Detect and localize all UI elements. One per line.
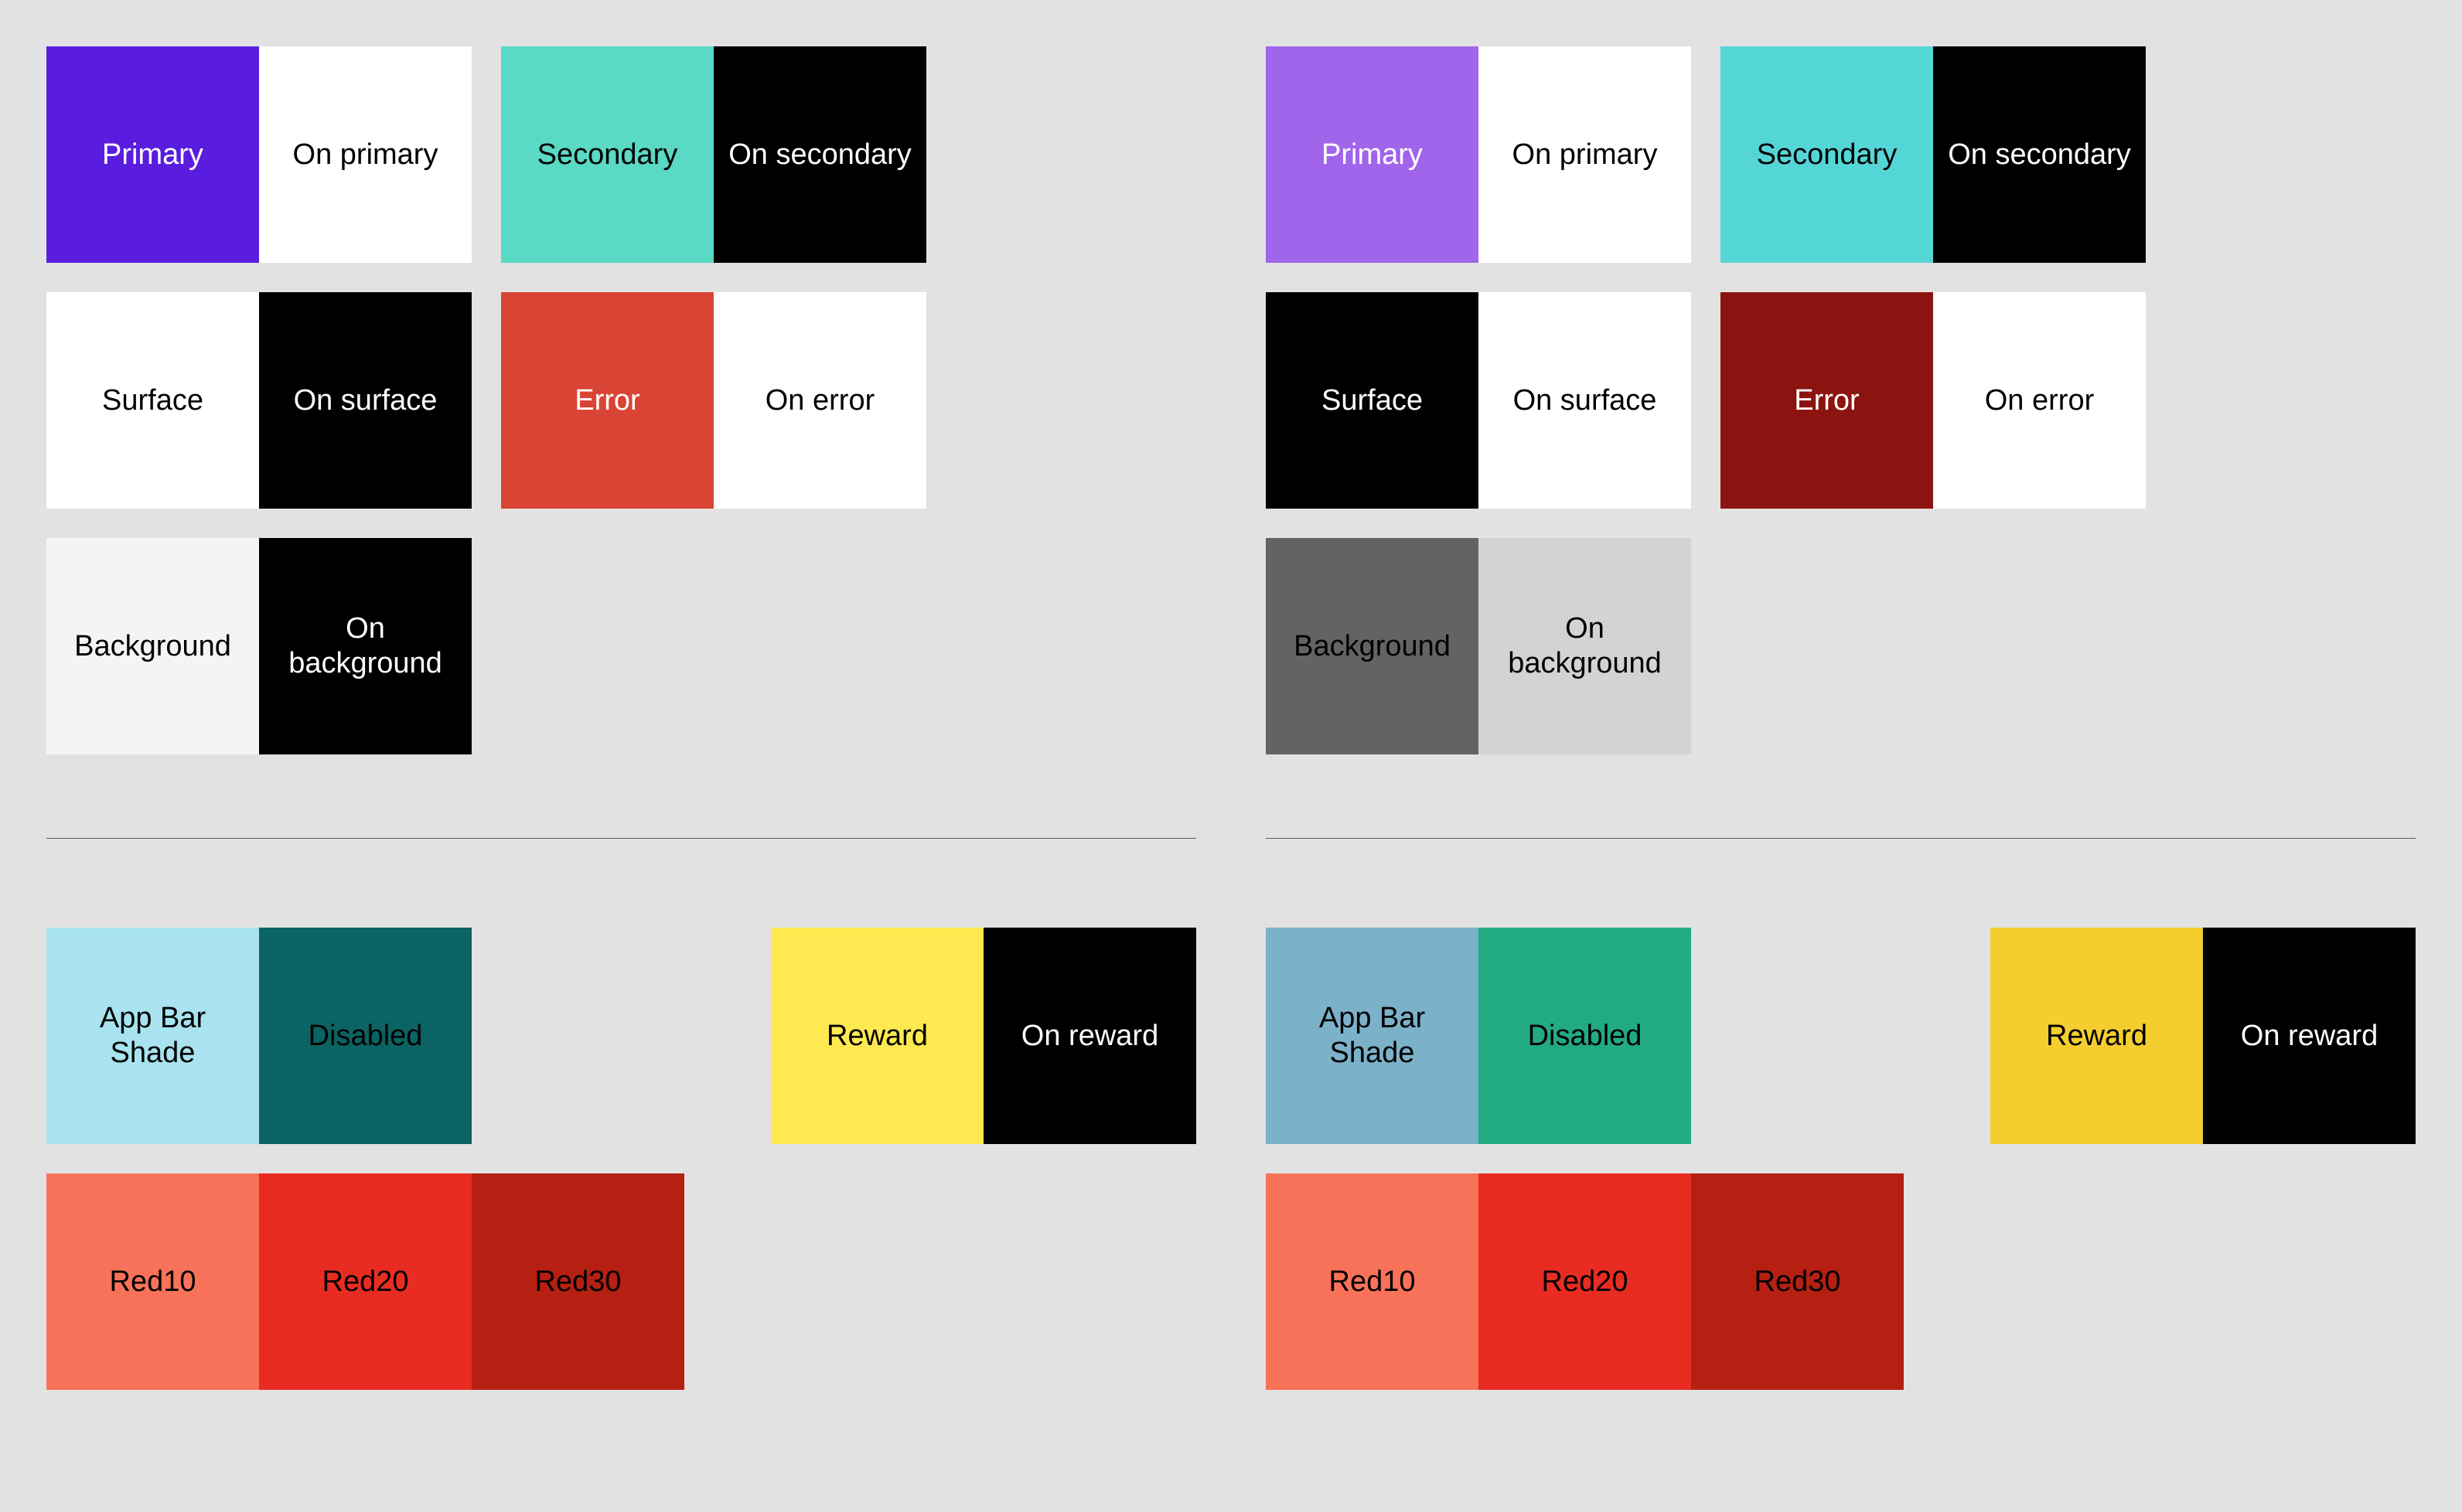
palette-column-left: Primary On primary Secondary On secondar… xyxy=(46,46,1196,1419)
swatch-primary: Primary xyxy=(46,46,259,263)
swatch-pair-background: Background On background xyxy=(1266,538,1691,754)
palette-row: App Bar Shade Disabled Reward On reward xyxy=(46,928,1196,1144)
swatch-on-secondary: On secondary xyxy=(1933,46,2146,263)
swatch-on-primary: On primary xyxy=(259,46,472,263)
swatch-error: Error xyxy=(1720,292,1933,509)
swatch-surface: Surface xyxy=(1266,292,1478,509)
palette-row: App Bar Shade Disabled Reward On reward xyxy=(1266,928,2416,1144)
swatch-disabled: Disabled xyxy=(1478,928,1691,1144)
palette-row: Red10 Red20 Red30 xyxy=(46,1173,1196,1390)
swatch-secondary: Secondary xyxy=(501,46,714,263)
swatch-red10: Red10 xyxy=(1266,1173,1478,1390)
swatch-appbar-shade: App Bar Shade xyxy=(46,928,259,1144)
palette-row: Red10 Red20 Red30 xyxy=(1266,1173,2416,1390)
swatch-triple-reds: Red10 Red20 Red30 xyxy=(1266,1173,1904,1390)
swatch-pair-appbar: App Bar Shade Disabled xyxy=(46,928,472,1144)
swatch-background: Background xyxy=(46,538,259,754)
swatch-reward: Reward xyxy=(1990,928,2203,1144)
swatch-on-surface: On surface xyxy=(1478,292,1691,509)
swatch-surface: Surface xyxy=(46,292,259,509)
swatch-disabled: Disabled xyxy=(259,928,472,1144)
swatch-pair-error: Error On error xyxy=(1720,292,2146,509)
palette-row: Background On background xyxy=(46,538,1196,754)
section-divider xyxy=(46,838,1196,839)
swatch-on-reward: On reward xyxy=(2203,928,2416,1144)
palette-row: Surface On surface Error On error xyxy=(46,292,1196,509)
swatch-red20: Red20 xyxy=(1478,1173,1691,1390)
swatch-on-primary: On primary xyxy=(1478,46,1691,263)
swatch-pair-primary: Primary On primary xyxy=(1266,46,1691,263)
swatch-on-error: On error xyxy=(714,292,926,509)
swatch-reward: Reward xyxy=(771,928,984,1144)
swatch-pair-surface: Surface On surface xyxy=(1266,292,1691,509)
swatch-on-error: On error xyxy=(1933,292,2146,509)
swatch-pair-secondary: Secondary On secondary xyxy=(1720,46,2146,263)
swatch-pair-primary: Primary On primary xyxy=(46,46,472,263)
palette-row: Primary On primary Secondary On secondar… xyxy=(46,46,1196,263)
swatch-on-reward: On reward xyxy=(984,928,1196,1144)
swatch-background: Background xyxy=(1266,538,1478,754)
swatch-on-surface: On surface xyxy=(259,292,472,509)
swatch-pair-reward: Reward On reward xyxy=(771,928,1196,1144)
swatch-primary: Primary xyxy=(1266,46,1478,263)
swatch-red10: Red10 xyxy=(46,1173,259,1390)
swatch-pair-reward: Reward On reward xyxy=(1990,928,2416,1144)
section-divider xyxy=(1266,838,2416,839)
swatch-appbar-shade: App Bar Shade xyxy=(1266,928,1478,1144)
swatch-pair-appbar: App Bar Shade Disabled xyxy=(1266,928,1691,1144)
swatch-on-background: On background xyxy=(1478,538,1691,754)
palette-row: Background On background xyxy=(1266,538,2416,754)
palette-column-right: Primary On primary Secondary On secondar… xyxy=(1266,46,2416,1419)
swatch-red20: Red20 xyxy=(259,1173,472,1390)
swatch-pair-secondary: Secondary On secondary xyxy=(501,46,926,263)
palette-row: Surface On surface Error On error xyxy=(1266,292,2416,509)
swatch-pair-surface: Surface On surface xyxy=(46,292,472,509)
swatch-red30: Red30 xyxy=(1691,1173,1904,1390)
swatch-on-secondary: On secondary xyxy=(714,46,926,263)
swatch-error: Error xyxy=(501,292,714,509)
swatch-red30: Red30 xyxy=(472,1173,684,1390)
palette-page: Primary On primary Secondary On secondar… xyxy=(0,0,2462,1512)
swatch-secondary: Secondary xyxy=(1720,46,1933,263)
swatch-pair-error: Error On error xyxy=(501,292,926,509)
swatch-triple-reds: Red10 Red20 Red30 xyxy=(46,1173,684,1390)
swatch-pair-background: Background On background xyxy=(46,538,472,754)
palette-row: Primary On primary Secondary On secondar… xyxy=(1266,46,2416,263)
swatch-on-background: On background xyxy=(259,538,472,754)
